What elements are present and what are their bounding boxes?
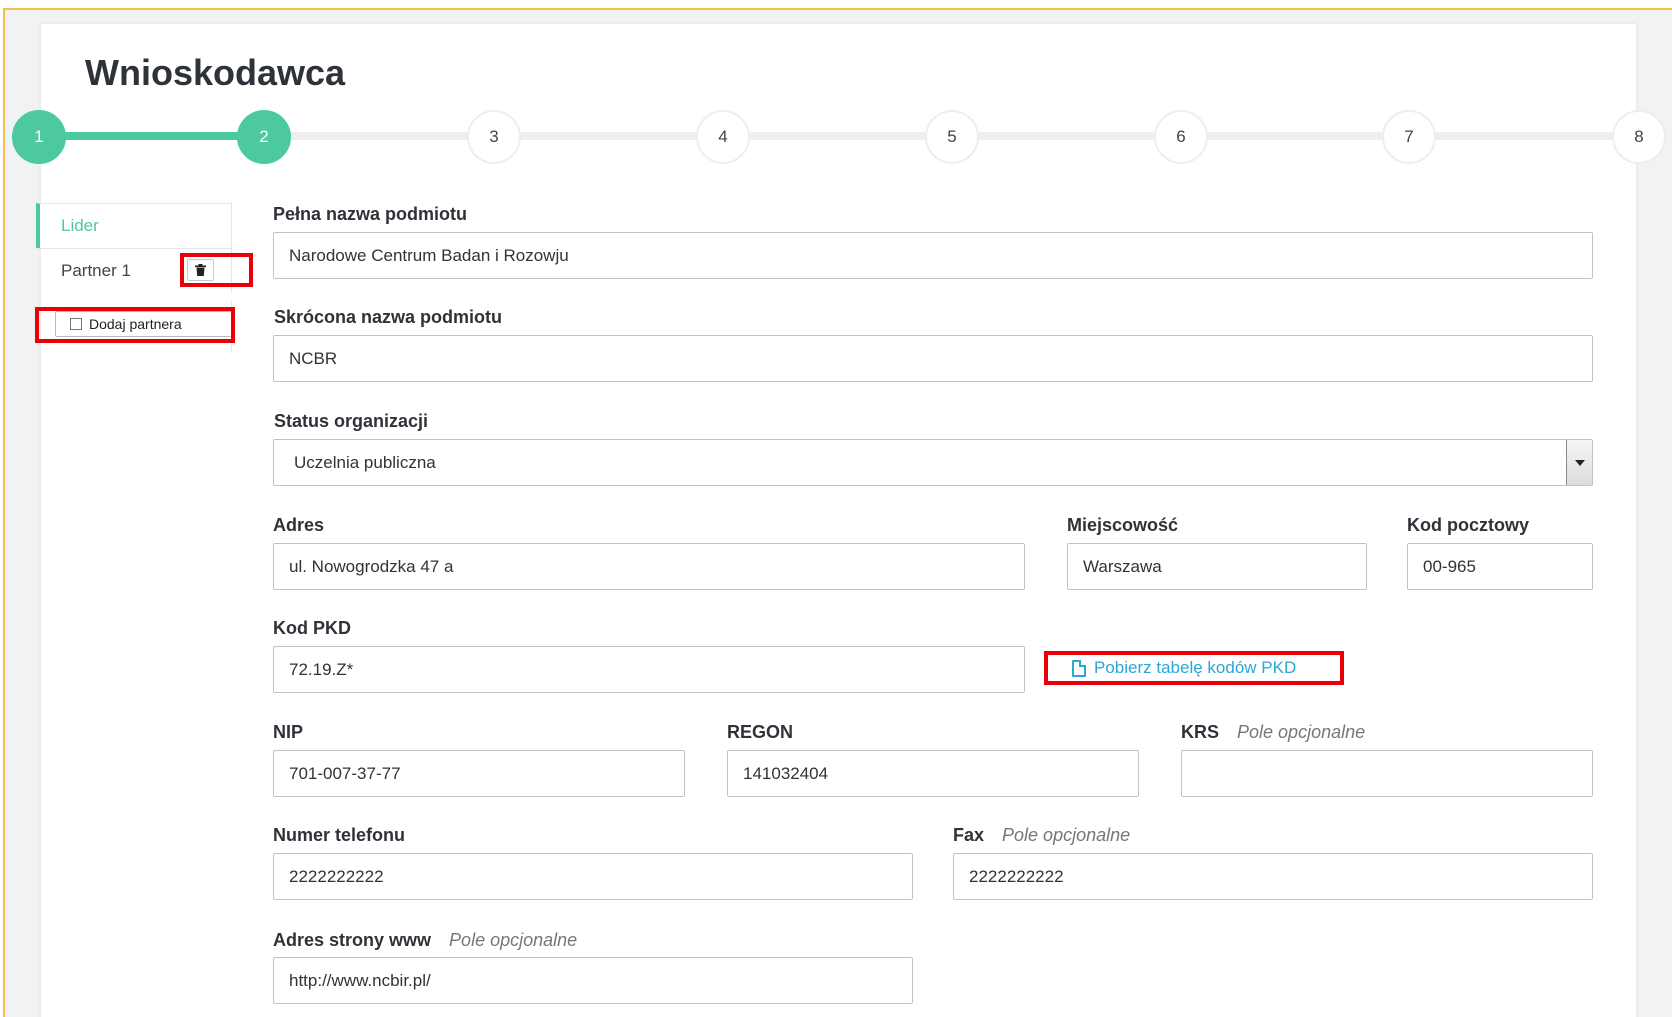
full-name-field[interactable]: Narodowe Centrum Badan i Rozowju bbox=[273, 232, 1593, 279]
city-label: Miejscowość bbox=[1067, 515, 1179, 535]
highlight-box-delete bbox=[180, 253, 253, 287]
regon-label: REGON bbox=[727, 722, 794, 742]
city-field[interactable]: Warszawa bbox=[1067, 543, 1367, 590]
step-4[interactable]: 4 bbox=[696, 110, 750, 164]
website-field[interactable]: http://www.ncbir.pl/ bbox=[273, 957, 913, 1004]
phone-field[interactable]: 2222222222 bbox=[273, 853, 913, 900]
nip-label: NIP bbox=[273, 722, 304, 742]
step-3[interactable]: 3 bbox=[467, 110, 521, 164]
regon-field[interactable]: 141032404 bbox=[727, 750, 1139, 797]
fax-field[interactable]: 2222222222 bbox=[953, 853, 1593, 900]
side-nav-item-lider[interactable]: Lider bbox=[36, 203, 232, 248]
side-nav-item-label: Partner 1 bbox=[61, 261, 131, 280]
nip-field[interactable]: 701-007-37-77 bbox=[273, 750, 685, 797]
website-optional-hint: Pole opcjonalne bbox=[449, 930, 578, 950]
org-status-value: Uczelnia publiczna bbox=[294, 452, 436, 472]
postal-code-label: Kod pocztowy bbox=[1407, 515, 1529, 535]
krs-field[interactable] bbox=[1181, 750, 1593, 797]
step-2[interactable]: 2 bbox=[237, 110, 291, 164]
krs-optional-hint: Pole opcjonalne bbox=[1237, 722, 1366, 742]
step-8[interactable]: 8 bbox=[1612, 110, 1666, 164]
stepper: 1 2 3 4 5 6 7 8 bbox=[0, 108, 1672, 164]
phone-label: Numer telefonu bbox=[273, 825, 406, 845]
stepper-track-progress bbox=[40, 132, 268, 140]
short-name-field[interactable]: NCBR bbox=[273, 335, 1593, 382]
download-pkd-table-label: Pobierz tabelę kodów PKD bbox=[1094, 658, 1297, 677]
krs-label: KRS Pole opcjonalne bbox=[1181, 722, 1366, 742]
org-status-label: Status organizacji bbox=[274, 411, 429, 431]
side-nav-item-label: Lider bbox=[61, 216, 99, 235]
step-6[interactable]: 6 bbox=[1154, 110, 1208, 164]
fax-optional-hint: Pole opcjonalne bbox=[1002, 825, 1131, 845]
chevron-down-icon bbox=[1574, 459, 1585, 466]
step-5[interactable]: 5 bbox=[925, 110, 979, 164]
highlight-box-add-partner bbox=[35, 307, 235, 343]
page-title: Wnioskodawca bbox=[85, 52, 346, 93]
step-7[interactable]: 7 bbox=[1382, 110, 1436, 164]
address-field[interactable]: ul. Nowogrodzka 47 a bbox=[273, 543, 1025, 590]
download-pkd-table-link[interactable]: Pobierz tabelę kodów PKD bbox=[1044, 651, 1344, 685]
org-status-select[interactable]: Uczelnia publiczna bbox=[273, 439, 1593, 486]
select-dropdown-arrow[interactable] bbox=[1566, 440, 1592, 485]
fax-label: Fax Pole opcjonalne bbox=[953, 825, 1131, 845]
address-label: Adres bbox=[273, 515, 325, 535]
pkd-field[interactable]: 72.19.Z* bbox=[273, 646, 1025, 693]
full-name-label: Pełna nazwa podmiotu bbox=[273, 204, 468, 224]
short-name-label: Skrócona nazwa podmiotu bbox=[274, 307, 503, 327]
website-label: Adres strony www Pole opcjonalne bbox=[273, 930, 578, 950]
postal-code-field[interactable]: 00-965 bbox=[1407, 543, 1593, 590]
step-1[interactable]: 1 bbox=[12, 110, 66, 164]
document-icon bbox=[1072, 659, 1086, 677]
pkd-label: Kod PKD bbox=[273, 618, 351, 638]
